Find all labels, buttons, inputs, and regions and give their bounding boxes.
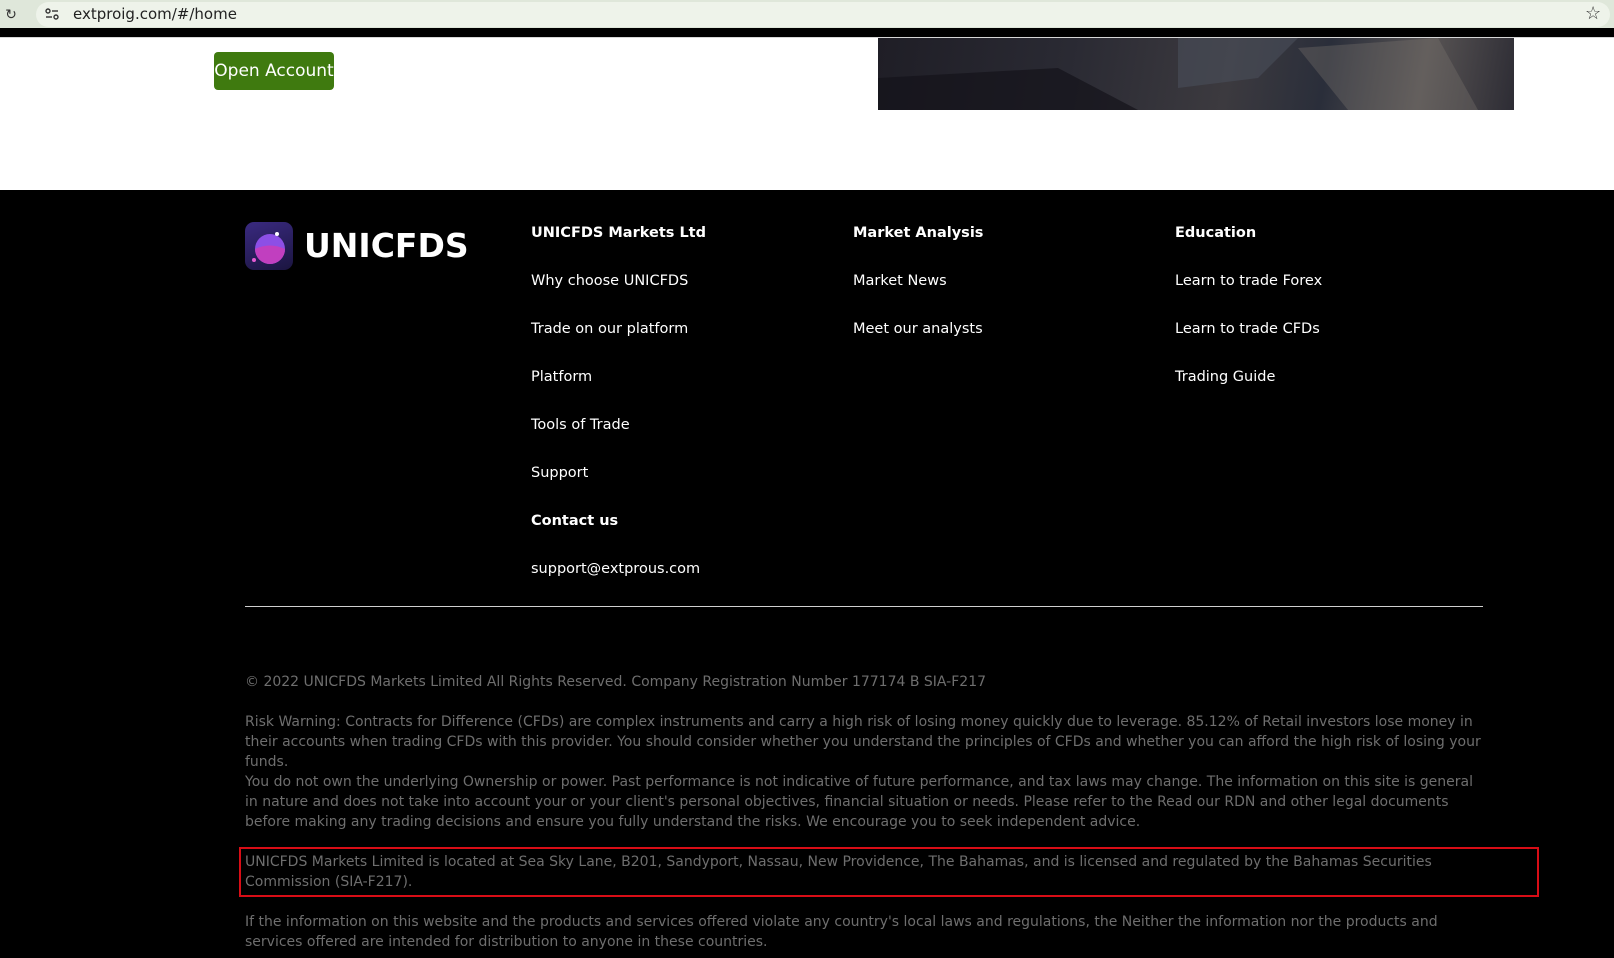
footer-column-education: Education Learn to trade Forex Learn to … (1175, 223, 1322, 415)
highlight-annotation-box (239, 847, 1539, 897)
open-account-button[interactable]: Open Account (214, 52, 334, 90)
jurisdiction-disclaimer-text: If the information on this website and t… (245, 914, 1438, 950)
risk-warning-text: Risk Warning: Contracts for Difference (… (245, 714, 1481, 770)
brand-logo[interactable]: UNICFDS (245, 222, 469, 272)
footer-heading-market-analysis: Market Analysis (853, 225, 984, 241)
footer-link-support[interactable]: Support (531, 463, 706, 511)
url-text[interactable]: extproig.com/#/home (73, 5, 237, 23)
footer-heading-education: Education (1175, 225, 1257, 241)
address-bar[interactable] (36, 2, 1610, 27)
hero-image (878, 38, 1514, 110)
site-info-icon[interactable] (44, 6, 60, 22)
footer-column-market-analysis: Market Analysis Market News Meet our ana… (853, 223, 983, 367)
browser-toolbar: ↻ extproig.com/#/home ☆ (0, 0, 1614, 28)
footer-column-company: UNICFDS Markets Ltd Why choose UNICFDS T… (531, 223, 706, 607)
footer-link-meet-analysts[interactable]: Meet our analysts (853, 319, 983, 367)
footer-heading-contact: Contact us (531, 513, 619, 529)
footer-link-platform[interactable]: Platform (531, 367, 706, 415)
footer-link-trade-platform[interactable]: Trade on our platform (531, 319, 706, 367)
footer-link-market-news[interactable]: Market News (853, 271, 983, 319)
footer-link-trading-guide[interactable]: Trading Guide (1175, 367, 1322, 415)
footer-link-learn-cfds[interactable]: Learn to trade CFDs (1175, 319, 1322, 367)
footer-link-tools-of-trade[interactable]: Tools of Trade (531, 415, 706, 463)
footer-link-learn-forex[interactable]: Learn to trade Forex (1175, 271, 1322, 319)
reload-icon[interactable]: ↻ (3, 6, 19, 22)
copyright-text: © 2022 UNICFDS Markets Limited All Right… (245, 674, 987, 690)
brand-name: UNICFDS (304, 226, 469, 265)
ownership-notice-text: You do not own the underlying Ownership … (245, 774, 1473, 830)
footer-heading-company: UNICFDS Markets Ltd (531, 225, 706, 241)
footer-divider (245, 606, 1483, 607)
footer-link-why-choose[interactable]: Why choose UNICFDS (531, 271, 706, 319)
site-footer: UNICFDS UNICFDS Markets Ltd Why choose U… (0, 190, 1614, 958)
star-icon[interactable]: ☆ (1585, 3, 1601, 23)
logo-icon (245, 222, 293, 270)
footer-contact-email[interactable]: support@extprous.com (531, 559, 706, 607)
hero-section: Open Account (0, 38, 1614, 190)
